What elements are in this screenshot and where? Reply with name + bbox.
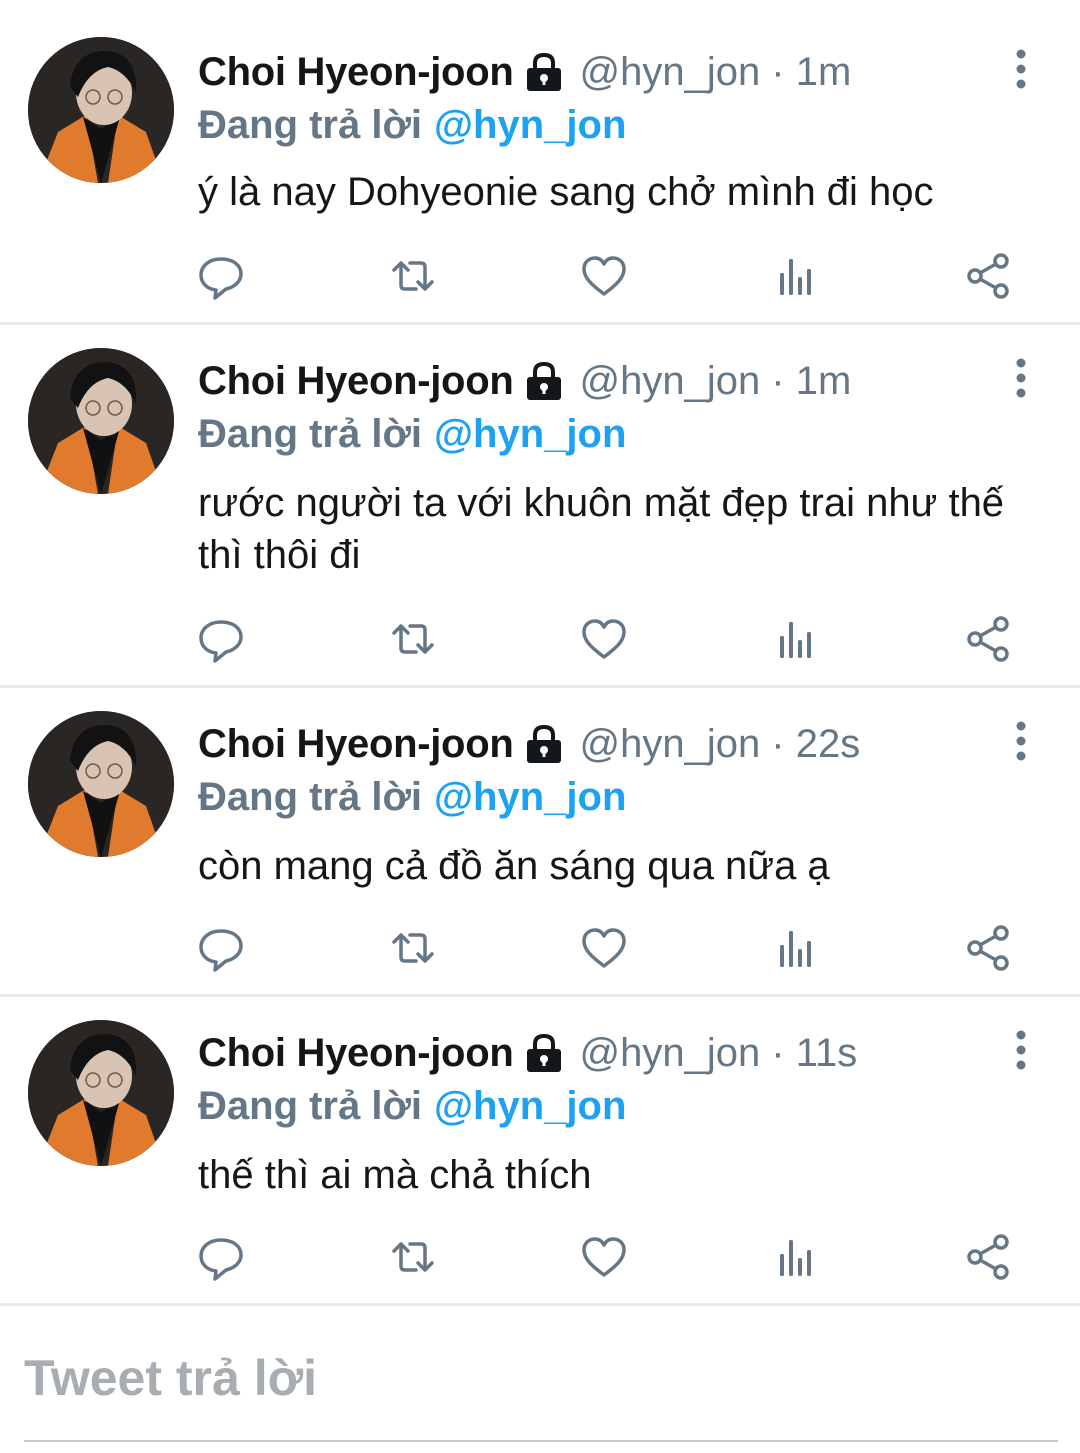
more-options-icon[interactable]: [1000, 1025, 1042, 1075]
analytics-button[interactable]: [766, 609, 826, 669]
retweet-icon: [392, 261, 434, 291]
reply-tweet-input[interactable]: [24, 1306, 1058, 1442]
replying-to: Đang trả lời @hyn_jon: [198, 408, 626, 460]
tweet-item[interactable]: Choi Hyeon-joon @hyn_jon · 1m Đang trả l…: [0, 325, 1080, 688]
lock-icon: [523, 360, 565, 402]
replying-to-label: Đang trả lời: [198, 102, 423, 147]
analytics-icon: [780, 622, 811, 658]
display-name[interactable]: Choi Hyeon-joon: [198, 722, 514, 767]
retweet-button[interactable]: [383, 609, 443, 669]
tweet-header: Choi Hyeon-joon @hyn_jon · 22s: [198, 716, 860, 772]
analytics-icon: [780, 1240, 811, 1276]
share-button[interactable]: [958, 609, 1018, 669]
replying-to: Đang trả lời @hyn_jon: [198, 771, 626, 823]
share-icon: [967, 925, 1009, 971]
tweet-actions: [0, 918, 1080, 978]
handle-timestamp: @hyn_jon · 11s: [579, 1030, 858, 1075]
reply-icon: [199, 1238, 243, 1281]
reply-button[interactable]: [191, 246, 251, 306]
like-icon: [582, 1237, 626, 1277]
analytics-button[interactable]: [766, 918, 826, 978]
tweet-header: Choi Hyeon-joon @hyn_jon · 1m: [198, 353, 851, 409]
tweet-text: thế thì ai mà chả thích: [198, 1153, 592, 1197]
replying-to-label: Đang trả lời: [198, 1083, 423, 1128]
analytics-icon: [780, 931, 811, 967]
share-icon: [967, 253, 1009, 299]
like-button[interactable]: [574, 246, 634, 306]
share-icon: [967, 616, 1009, 662]
share-button[interactable]: [958, 246, 1018, 306]
analytics-icon: [780, 259, 811, 295]
avatar-photo: [28, 37, 174, 183]
analytics-button[interactable]: [766, 246, 826, 306]
share-icon: [967, 1234, 1009, 1280]
reply-icon: [199, 929, 243, 972]
more-options-icon[interactable]: [1000, 716, 1042, 766]
replying-to: Đang trả lời @hyn_jon: [198, 99, 626, 151]
retweet-button[interactable]: [383, 246, 443, 306]
handle-timestamp: @hyn_jon · 22s: [579, 721, 861, 766]
reply-button[interactable]: [191, 918, 251, 978]
share-button[interactable]: [958, 918, 1018, 978]
lock-icon: [523, 51, 565, 93]
like-icon: [582, 928, 626, 968]
retweet-icon: [392, 624, 434, 654]
avatar[interactable]: [28, 37, 174, 183]
replying-to-label: Đang trả lời: [198, 774, 423, 819]
handle-timestamp: @hyn_jon · 1m: [579, 358, 852, 403]
replying-to-handle[interactable]: @hyn_jon: [434, 1084, 626, 1129]
reply-button[interactable]: [191, 609, 251, 669]
like-icon: [582, 619, 626, 659]
analytics-button[interactable]: [766, 1227, 826, 1287]
retweet-icon: [392, 1242, 434, 1272]
display-name[interactable]: Choi Hyeon-joon: [198, 1031, 514, 1076]
handle-timestamp: @hyn_jon · 1m: [579, 49, 852, 94]
tweet-actions: [0, 609, 1080, 669]
tweet-text: còn mang cả đồ ăn sáng qua nữa ạ: [198, 844, 830, 888]
reply-icon: [199, 257, 243, 300]
retweet-button[interactable]: [383, 918, 443, 978]
reply-button[interactable]: [191, 1227, 251, 1287]
replying-to: Đang trả lời @hyn_jon: [198, 1080, 626, 1132]
reply-composer: [0, 1306, 1080, 1453]
avatar-photo: [28, 348, 174, 494]
like-button[interactable]: [574, 1227, 634, 1287]
tweet-header: Choi Hyeon-joon @hyn_jon · 11s: [198, 1025, 857, 1081]
tweet-text: rước người ta với khuôn mặt đẹp trai như…: [198, 481, 1005, 577]
replying-to-handle[interactable]: @hyn_jon: [434, 775, 626, 820]
tweet-actions: [0, 1227, 1080, 1287]
avatar[interactable]: [28, 711, 174, 857]
like-button[interactable]: [574, 609, 634, 669]
replying-to-handle[interactable]: @hyn_jon: [434, 412, 626, 457]
replying-to-handle[interactable]: @hyn_jon: [434, 103, 626, 148]
lock-icon: [523, 1032, 565, 1074]
tweet-actions: [0, 246, 1080, 306]
display-name[interactable]: Choi Hyeon-joon: [198, 359, 514, 404]
like-button[interactable]: [574, 918, 634, 978]
retweet-button[interactable]: [383, 1227, 443, 1287]
more-options-icon[interactable]: [1000, 353, 1042, 403]
tweet-item[interactable]: Choi Hyeon-joon @hyn_jon · 1m Đang trả l…: [0, 0, 1080, 325]
avatar[interactable]: [28, 348, 174, 494]
more-options-icon[interactable]: [1000, 44, 1042, 94]
lock-icon: [523, 723, 565, 765]
replying-to-label: Đang trả lời: [198, 411, 423, 456]
avatar-photo: [28, 711, 174, 857]
display-name[interactable]: Choi Hyeon-joon: [198, 50, 514, 95]
tweet-item[interactable]: Choi Hyeon-joon @hyn_jon · 11s Đang trả …: [0, 997, 1080, 1306]
retweet-icon: [392, 933, 434, 963]
tweet-text: ý là nay Dohyeonie sang chở mình đi học: [198, 170, 934, 214]
share-button[interactable]: [958, 1227, 1018, 1287]
avatar[interactable]: [28, 1020, 174, 1166]
reply-icon: [199, 620, 243, 663]
like-icon: [582, 256, 626, 296]
tweet-item[interactable]: Choi Hyeon-joon @hyn_jon · 22s Đang trả …: [0, 688, 1080, 997]
avatar-photo: [28, 1020, 174, 1166]
tweet-header: Choi Hyeon-joon @hyn_jon · 1m: [198, 44, 851, 100]
